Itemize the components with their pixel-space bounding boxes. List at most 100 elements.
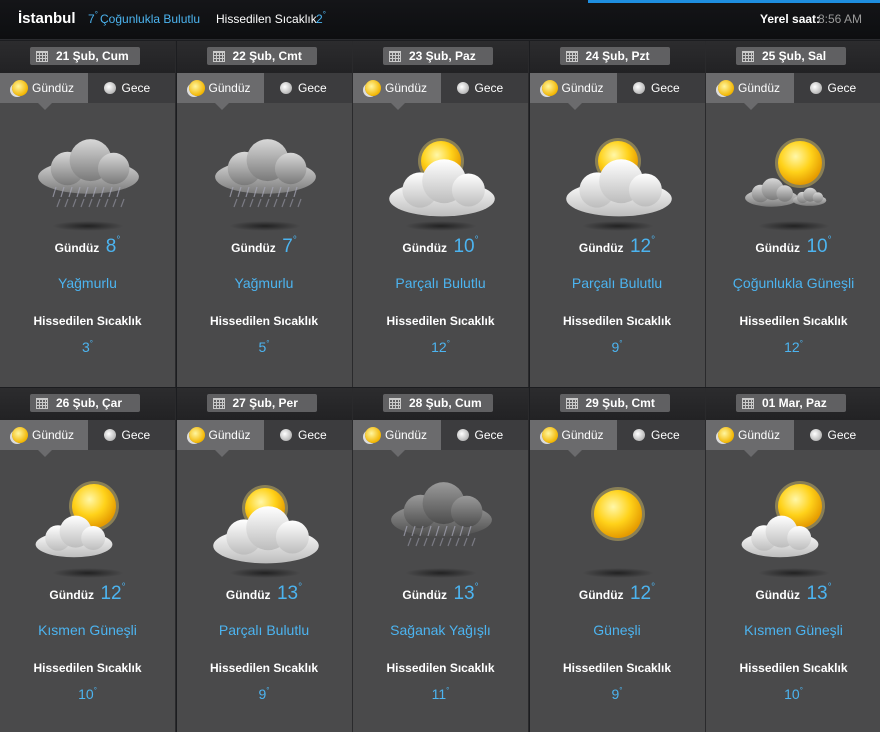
feels-like-value: 10° <box>784 686 803 702</box>
icon-shadow <box>405 221 477 231</box>
day-temp-value: 10 <box>453 236 475 257</box>
tab-night-label: Gece <box>651 81 680 95</box>
icon-shadow <box>581 221 654 231</box>
tab-day-label: Gündüz <box>561 81 604 95</box>
date-box: 29 Şub, Cmt <box>559 394 670 412</box>
tab-day[interactable]: Gündüz <box>176 420 264 450</box>
forecast-day-card-7: 27 Şub, Per Gündüz Gece Gündüz 13° Parça… <box>176 388 353 732</box>
day-temp-value: 12 <box>629 583 652 604</box>
date-label: 25 Şub, Sal <box>762 49 827 63</box>
icon-shadow <box>581 568 654 578</box>
feels-like-label: Hissedilen Sıcaklık <box>562 661 672 675</box>
mostly-sunny-icon <box>745 138 827 207</box>
day-temp-label: Gündüz <box>578 588 624 602</box>
feels-like-label: Hissedilen Sıcaklık <box>739 661 848 675</box>
tab-day[interactable]: Gündüz <box>706 73 794 103</box>
day-temperature: Gündüz 12° <box>578 582 656 604</box>
day-temperature: Gündüz 13° <box>402 582 479 604</box>
day-temp-value: 12 <box>100 583 122 604</box>
moon-icon <box>103 82 116 94</box>
condition-text: Sağanak Yağışlı <box>390 622 491 638</box>
tab-night-label: Gece <box>474 428 504 442</box>
day-temperature: Gündüz 8° <box>54 235 121 257</box>
condition-text: Kısmen Güneşli <box>38 622 137 638</box>
day-temperature: Gündüz 12° <box>578 235 656 257</box>
tab-night[interactable]: Gece <box>264 420 352 450</box>
tab-day[interactable]: Gündüz <box>353 420 441 450</box>
tab-pointer <box>391 450 405 457</box>
moon-icon <box>633 429 645 441</box>
sun-icon <box>590 487 645 541</box>
tab-night[interactable]: Gece <box>440 73 528 103</box>
tab-pointer <box>391 103 405 110</box>
date-label: 29 Şub, Cmt <box>585 396 655 410</box>
day-night-tabs: Gündüz Gece <box>706 420 880 450</box>
tab-pointer <box>214 450 229 457</box>
icon-shadow <box>228 568 301 578</box>
tab-pointer <box>744 450 758 457</box>
tab-night[interactable]: Gece <box>87 420 175 450</box>
date-bar: 26 Şub, Çar <box>0 388 175 420</box>
tab-night[interactable]: Gece <box>87 73 175 103</box>
icon-shadow <box>52 568 124 578</box>
day-night-tabs: Gündüz Gece <box>706 73 880 103</box>
icon-shadow <box>228 221 301 231</box>
tab-night-label: Gece <box>298 428 327 442</box>
tab-day-label: Gündüz <box>208 81 251 95</box>
tab-day[interactable]: Gündüz <box>529 73 617 103</box>
day-temp-value: 12 <box>629 236 652 257</box>
forecast-day-card-4: 24 Şub, Pzt Gündüz Gece Gündüz 12° Parça… <box>529 41 706 387</box>
date-label: 21 Şub, Cum <box>56 49 129 63</box>
tab-night-label: Gece <box>651 428 680 442</box>
tab-night[interactable]: Gece <box>617 420 705 450</box>
calendar-icon <box>742 397 754 409</box>
tab-night[interactable]: Gece <box>264 73 352 103</box>
feels-like-value: 3° <box>82 339 93 355</box>
moon-icon <box>280 82 292 94</box>
calendar-icon <box>36 397 48 409</box>
calendar-icon <box>742 50 754 62</box>
tab-day[interactable]: Gündüz <box>0 73 88 103</box>
feels-like-value: 9° <box>611 339 623 355</box>
tab-day[interactable]: Gündüz <box>0 420 88 450</box>
date-bar: 28 Şub, Cum <box>353 388 528 420</box>
current-feels-value: 2° <box>316 10 326 26</box>
city-name: İstanbul <box>18 10 76 27</box>
sun-icon <box>12 427 28 443</box>
day-temp-label: Gündüz <box>225 588 271 602</box>
calendar-icon <box>36 50 48 62</box>
tab-night[interactable]: Gece <box>440 420 528 450</box>
day-temp-label: Gündüz <box>231 241 276 255</box>
tab-day[interactable]: Gündüz <box>529 420 617 450</box>
tab-day[interactable]: Gündüz <box>706 420 794 450</box>
tab-night[interactable]: Gece <box>617 73 705 103</box>
partly-sunny-icon <box>35 481 119 558</box>
feels-like-value: 5° <box>258 339 270 355</box>
condition-text: Yağmurlu <box>234 275 294 291</box>
rain-cloud-icon <box>38 139 139 208</box>
icon-shadow <box>758 568 830 578</box>
sun-icon <box>188 427 205 443</box>
moon-icon <box>809 82 822 94</box>
day-night-tabs: Gündüz Gece <box>353 73 528 103</box>
forecast-day-card-6: 26 Şub, Çar Gündüz Gece Gündüz 12° Kısme… <box>0 388 176 732</box>
feels-like-label: Hissedilen Sıcaklık <box>33 661 142 675</box>
day-temp-label: Gündüz <box>402 588 448 602</box>
feels-like-value: 11° <box>431 686 450 702</box>
tab-night[interactable]: Gece <box>793 73 880 103</box>
tab-night[interactable]: Gece <box>793 420 880 450</box>
icon-shadow <box>52 221 124 231</box>
feels-like-value: 12° <box>784 339 803 355</box>
moon-icon <box>456 82 469 94</box>
day-temp-value: 10 <box>806 236 828 257</box>
calendar-icon <box>212 397 225 409</box>
tab-night-label: Gece <box>827 428 857 442</box>
tab-day-label: Gündüz <box>738 428 781 442</box>
forecast-day-card-2: 22 Şub, Cmt Gündüz Gece Gündüz 7° Yağmur… <box>176 41 353 387</box>
partly-sunny-icon <box>741 481 825 558</box>
tab-day[interactable]: Gündüz <box>176 73 264 103</box>
tab-day-label: Gündüz <box>385 81 428 95</box>
tab-day[interactable]: Gündüz <box>353 73 441 103</box>
day-night-tabs: Gündüz Gece <box>529 420 705 450</box>
day-night-tabs: Gündüz Gece <box>0 420 175 450</box>
